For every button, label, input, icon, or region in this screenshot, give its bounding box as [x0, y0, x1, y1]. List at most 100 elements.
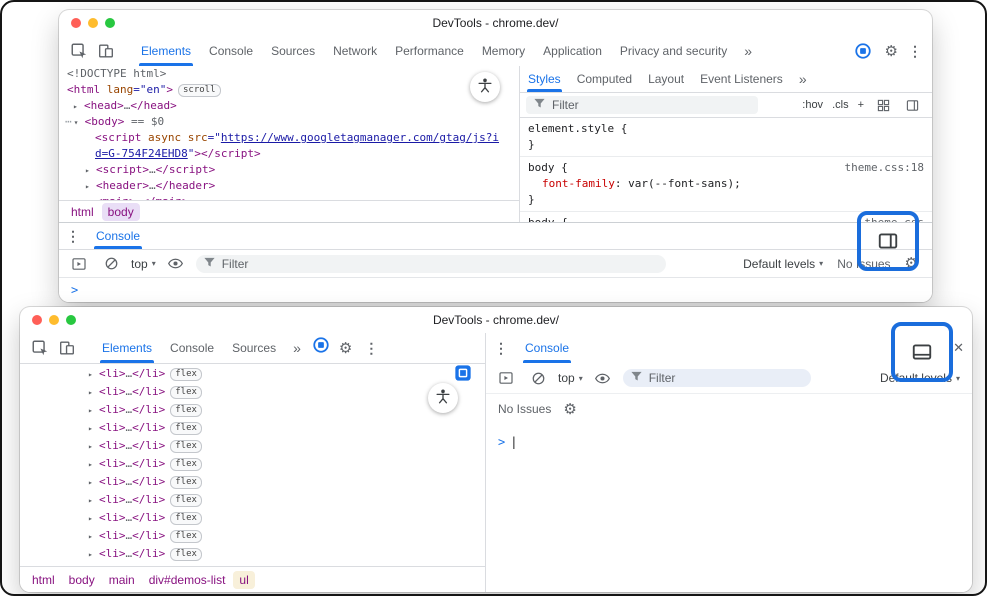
settings-gear-icon[interactable]: ⚙ — [885, 44, 898, 59]
tab-sources[interactable]: Sources — [223, 333, 285, 363]
zoom-window-button[interactable] — [66, 315, 76, 325]
device-toolbar-icon[interactable] — [94, 39, 118, 63]
tree-row[interactable]: <html lang="en">scroll — [59, 82, 519, 98]
kebab-menu-icon[interactable]: ⋮ — [358, 341, 384, 355]
more-tabs-icon[interactable]: » — [736, 36, 760, 66]
styles-filter-input[interactable]: Filter — [526, 96, 758, 114]
tab-network[interactable]: Network — [324, 36, 386, 66]
tab-styles[interactable]: Styles — [520, 66, 569, 92]
close-window-button[interactable] — [71, 18, 81, 28]
clear-console-icon[interactable] — [526, 366, 550, 390]
console-filter-input[interactable]: Filter — [623, 369, 811, 387]
minimize-window-button[interactable] — [88, 18, 98, 28]
tree-row[interactable]: ▸<li>…</li>flex — [20, 491, 485, 509]
context-selector[interactable]: top ▾ — [131, 257, 156, 271]
breadcrumb-item[interactable]: ul — [233, 571, 254, 589]
source-link[interactable]: theme.css:18 — [845, 160, 924, 176]
tree-row[interactable]: ▸<li>…</li>flex — [20, 527, 485, 545]
close-window-button[interactable] — [32, 315, 42, 325]
close-devtools-icon[interactable]: ✕ — [953, 333, 964, 363]
settings-gear-icon[interactable]: ⚙ — [333, 341, 358, 356]
chevron-down-icon: ▾ — [956, 374, 960, 383]
breadcrumb-item[interactable]: body — [102, 203, 140, 221]
tree-row[interactable]: <script async src="https://www.googletag… — [59, 130, 519, 146]
context-selector[interactable]: top ▾ — [558, 371, 583, 385]
tab-computed[interactable]: Computed — [569, 66, 640, 92]
tree-row[interactable]: ▸<li>…</li>flex — [20, 545, 485, 563]
tab-console[interactable]: Console — [200, 36, 262, 66]
tree-row[interactable]: d=G-754F24EHD8"></script> — [59, 146, 519, 162]
breadcrumb-item[interactable]: div#demos-list — [143, 571, 232, 589]
prompt-chevron: > — [498, 435, 505, 449]
tab-application[interactable]: Application — [534, 36, 611, 66]
breadcrumb-item[interactable]: main — [103, 571, 141, 589]
dock-side-icon[interactable] — [876, 229, 900, 253]
element-classes-button[interactable]: .cls — [832, 99, 849, 111]
tree-row[interactable]: ▸<head>…</head> — [59, 98, 519, 114]
styles-tabs: StylesComputedLayoutEvent Listeners — [520, 66, 791, 92]
minimize-window-button[interactable] — [49, 315, 59, 325]
breadcrumb-item[interactable]: body — [63, 571, 101, 589]
cast-icon[interactable] — [309, 333, 333, 357]
console-sidebar-icon[interactable] — [67, 252, 91, 276]
console-prompt[interactable]: > | — [486, 430, 972, 454]
style-rule[interactable]: body {theme.css:18font-family: var(--fon… — [520, 157, 932, 212]
styles-pane: StylesComputedLayoutEvent Listeners » Fi… — [519, 66, 932, 222]
console-sidebar-icon[interactable] — [494, 366, 518, 390]
breadcrumb-item[interactable]: html — [26, 571, 61, 589]
accessibility-fab[interactable] — [428, 383, 458, 413]
drawer-menu-icon[interactable]: ⋮ — [59, 229, 87, 243]
computed-panel-icon[interactable] — [902, 95, 922, 115]
issues-count[interactable]: No Issues — [498, 402, 551, 416]
toggle-element-state-button[interactable]: :hov — [802, 99, 823, 111]
tab-event-listeners[interactable]: Event Listeners — [692, 66, 791, 92]
tree-row[interactable]: ▸<li>…</li>flex — [20, 455, 485, 473]
tree-row[interactable]: ▸<script>…</script> — [59, 162, 519, 178]
tree-row[interactable]: ▸<li>…</li>flex — [20, 401, 485, 419]
tree-row[interactable]: ▸<li>…</li>flex — [20, 383, 485, 401]
tree-row[interactable]: ▸<li>…</li>flex — [20, 419, 485, 437]
inspect-element-icon[interactable] — [67, 39, 91, 63]
kebab-menu-icon[interactable]: ⋮ — [908, 44, 922, 58]
drawer-menu-icon[interactable]: ⋮ — [486, 341, 516, 355]
console-settings-icon[interactable]: ⚙ — [563, 402, 576, 417]
more-tabs-icon[interactable]: » — [285, 333, 309, 363]
tab-privacy-and-security[interactable]: Privacy and security — [611, 36, 736, 66]
style-rule[interactable]: element.style {} — [520, 118, 932, 157]
disclosure-arrow-icon: ▸ — [85, 163, 96, 179]
eye-icon[interactable] — [164, 252, 188, 276]
more-styles-tabs-icon[interactable]: » — [791, 66, 815, 92]
new-style-rule-button[interactable]: + — [858, 99, 864, 111]
device-toolbar-icon[interactable] — [55, 336, 79, 360]
tree-row[interactable]: <!DOCTYPE html> — [59, 66, 519, 82]
tab-console[interactable]: Console — [516, 333, 578, 363]
inspect-element-icon[interactable] — [28, 336, 52, 360]
tab-elements[interactable]: Elements — [132, 36, 200, 66]
tab-performance[interactable]: Performance — [386, 36, 473, 66]
breadcrumb-item[interactable]: html — [65, 203, 100, 221]
tab-console[interactable]: Console — [87, 223, 149, 249]
cast-icon[interactable] — [851, 39, 875, 63]
log-levels-selector[interactable]: Default levels ▾ — [743, 257, 823, 271]
zoom-window-button[interactable] — [105, 18, 115, 28]
tab-elements[interactable]: Elements — [93, 333, 161, 363]
tab-layout[interactable]: Layout — [640, 66, 692, 92]
tab-memory[interactable]: Memory — [473, 36, 534, 66]
accessibility-fab[interactable] — [470, 72, 500, 102]
screencast-icon[interactable] — [454, 364, 472, 382]
clear-console-icon[interactable] — [99, 252, 123, 276]
tab-sources[interactable]: Sources — [262, 36, 324, 66]
grid-icon[interactable] — [873, 95, 893, 115]
tree-row[interactable]: ▸<header>…</header> — [59, 178, 519, 194]
console-prompt[interactable]: > — [59, 278, 932, 302]
tree-row[interactable]: ▸<li>…</li>flex — [20, 473, 485, 491]
console-filter-input[interactable]: Filter — [196, 255, 666, 273]
tree-row[interactable]: ▸<li>…</li>flex — [20, 437, 485, 455]
tab-console[interactable]: Console — [161, 333, 223, 363]
tree-row[interactable]: ▸<li>…</li>flex — [20, 365, 485, 383]
tree-row[interactable]: ⋯▾<body> == $0 — [59, 114, 519, 130]
eye-icon[interactable] — [591, 366, 615, 390]
dock-bottom-icon[interactable] — [910, 340, 934, 364]
tree-row[interactable]: ▸<li>…</li>flex — [20, 509, 485, 527]
filter-placeholder: Filter — [222, 257, 249, 271]
